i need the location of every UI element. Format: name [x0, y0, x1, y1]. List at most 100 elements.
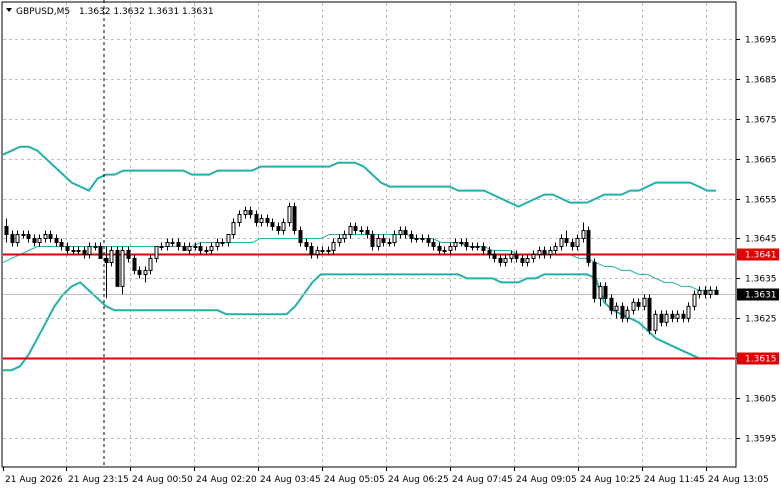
- collapse-arrow-icon[interactable]: [6, 8, 12, 12]
- x-tick-label: 24 Aug 05:05: [324, 475, 385, 485]
- candle: [714, 286, 719, 295]
- candle: [531, 250, 536, 263]
- candle-body-down: [54, 237, 59, 243]
- candle-body-down: [309, 245, 314, 255]
- y-tick-label: 1.3685: [745, 76, 777, 86]
- candle: [342, 230, 347, 243]
- candle: [498, 254, 503, 267]
- x-tick-label: 24 Aug 13:05: [708, 475, 769, 485]
- candle: [120, 246, 125, 295]
- price-chart[interactable]: 1.3695 1.3685 1.3675 1.3665 1.3655 1.3645 1.36…: [0, 0, 781, 489]
- candle: [43, 230, 48, 243]
- candle-body-down: [137, 269, 142, 275]
- candle-body-up: [154, 245, 159, 259]
- candle: [403, 226, 408, 239]
- candle-body-down: [609, 297, 614, 311]
- candle: [315, 246, 320, 259]
- candle-body-up: [459, 241, 464, 244]
- candle-body-up: [287, 206, 292, 224]
- candle: [148, 254, 153, 275]
- candle: [109, 246, 114, 267]
- candle: [653, 310, 658, 335]
- candle-body-down: [381, 237, 386, 243]
- candle: [10, 230, 15, 247]
- candle: [664, 310, 669, 327]
- candle-body-down: [431, 241, 436, 247]
- candle-body-up: [226, 234, 231, 243]
- candle: [448, 242, 453, 255]
- candle-body-up: [559, 237, 564, 247]
- ohlc-values: 1.3632 1.3632 1.3631 1.3631: [79, 7, 214, 17]
- x-tick-label: 21 Aug 2026: [5, 475, 63, 485]
- candle-body-down: [592, 261, 597, 299]
- candle-body-up: [259, 218, 264, 224]
- candle: [287, 202, 292, 227]
- time-axis[interactable]: 21 Aug 2026 21 Aug 23:15 24 Aug 00:50 24 Au…: [3, 467, 769, 485]
- candle-body-up: [525, 257, 530, 263]
- y-tick-label: 1.3605: [745, 395, 777, 405]
- candle-body-up: [503, 257, 508, 263]
- candle: [581, 222, 586, 243]
- candle-body-down: [48, 234, 53, 239]
- candle-body-down: [409, 234, 414, 239]
- candle: [32, 234, 37, 247]
- candle: [326, 246, 331, 255]
- candle-body-up: [448, 245, 453, 251]
- candle: [520, 254, 525, 267]
- candle-body-up: [281, 222, 286, 232]
- candle-body-up: [387, 241, 392, 244]
- candle-body-down: [520, 257, 525, 263]
- y-tick-label: 1.3695: [745, 36, 777, 46]
- candle-body-down: [4, 226, 9, 236]
- candle-body-down: [176, 241, 181, 247]
- candle-body-up: [509, 253, 514, 259]
- candle: [420, 234, 425, 243]
- candle-body-down: [304, 241, 309, 247]
- price-axis[interactable]: 1.3695 1.3685 1.3675 1.3665 1.3655 1.3645 1.36…: [736, 36, 779, 445]
- candle: [437, 242, 442, 255]
- candle-body-down: [365, 230, 370, 236]
- candle: [71, 246, 76, 255]
- current-price-label: 1.3631: [745, 291, 777, 301]
- candle: [170, 238, 175, 247]
- candle-body-up: [43, 234, 48, 239]
- candle: [115, 246, 120, 287]
- x-tick-label: 24 Aug 02:20: [196, 475, 257, 485]
- candle: [132, 254, 137, 275]
- candle: [59, 238, 64, 251]
- candle: [492, 250, 497, 263]
- candle-body-down: [636, 301, 641, 307]
- candle: [464, 238, 469, 251]
- candle: [15, 230, 20, 247]
- candle-body-down: [670, 313, 675, 319]
- candle-body-down: [659, 313, 664, 323]
- candle: [237, 210, 242, 227]
- candle: [353, 222, 358, 235]
- level-price-label: 1.3615: [745, 355, 777, 365]
- candle-body-up: [337, 237, 342, 243]
- symbol-label: GBPUSD,M5: [16, 7, 70, 17]
- candle: [414, 234, 419, 243]
- candle: [93, 242, 98, 251]
- candle-body-up: [326, 249, 331, 252]
- y-tick-label: 1.3655: [745, 196, 777, 206]
- candle: [503, 254, 508, 267]
- candle: [697, 286, 702, 299]
- candle: [681, 310, 686, 323]
- candle-body-up: [642, 297, 647, 307]
- candle-body-up: [414, 237, 419, 240]
- candle-body-down: [353, 226, 358, 232]
- candle: [453, 238, 458, 251]
- candle: [204, 246, 209, 255]
- candle-body-up: [159, 245, 164, 248]
- candle: [337, 234, 342, 247]
- candle: [470, 242, 475, 251]
- candle: [320, 246, 325, 255]
- candle-body-up: [697, 289, 702, 295]
- candle-body-up: [537, 249, 542, 255]
- y-tick-label: 1.3625: [745, 315, 777, 325]
- candle: [265, 214, 270, 227]
- candle-body-up: [708, 289, 713, 295]
- candle-body-up: [598, 285, 603, 299]
- x-tick-label: 24 Aug 00:50: [132, 475, 193, 485]
